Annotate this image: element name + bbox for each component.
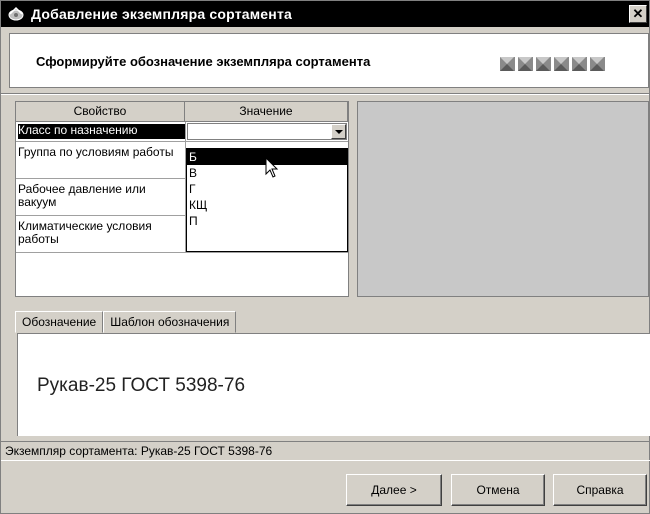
app-icon xyxy=(8,6,24,21)
step-indicator xyxy=(500,57,605,71)
wizard-header: Сформируйте обозначение экземпляра сорта… xyxy=(9,33,649,88)
window-title: Добавление экземпляра сортамента xyxy=(31,6,292,22)
cancel-button[interactable]: Отмена xyxy=(451,474,545,506)
step-square-icon xyxy=(518,57,533,71)
dropdown-option[interactable]: Г xyxy=(187,181,347,197)
wizard-prompt: Сформируйте обозначение экземпляра сорта… xyxy=(36,54,371,69)
dialog-window: Добавление экземпляра сортамента ✕ Сформ… xyxy=(0,0,650,514)
property-name: Рабочее давление или вакуум xyxy=(18,182,146,209)
grid-row-purpose-class[interactable]: Класс по назначению xyxy=(16,122,348,142)
close-button[interactable]: ✕ xyxy=(629,5,647,23)
help-button[interactable]: Справка xyxy=(553,474,647,506)
status-bar: Экземпляр сортамента: Рукав-25 ГОСТ 5398… xyxy=(1,441,650,461)
mouse-pointer-icon xyxy=(265,157,279,178)
cell-separator xyxy=(185,122,186,141)
step-square-icon xyxy=(500,57,515,71)
designation-text: Рукав-25 ГОСТ 5398-76 xyxy=(37,375,246,396)
property-name: Класс по назначению xyxy=(18,124,185,139)
dropdown-option[interactable]: КЩ xyxy=(187,197,347,213)
tab-designation-template[interactable]: Шаблон обозначения xyxy=(103,311,237,333)
tab-designation[interactable]: Обозначение xyxy=(15,311,104,333)
tab-strip: Обозначение Шаблон обозначения xyxy=(15,311,237,333)
step-square-icon xyxy=(554,57,569,71)
property-name: Группа по условиям работы xyxy=(18,145,174,159)
step-square-icon xyxy=(590,57,605,71)
dropdown-option[interactable]: П xyxy=(187,213,347,229)
next-button[interactable]: Далее > xyxy=(346,474,442,506)
column-header-value[interactable]: Значение xyxy=(185,102,348,122)
property-name: Климатические условия работы xyxy=(18,219,152,246)
close-icon: ✕ xyxy=(632,6,644,21)
preview-panel xyxy=(357,101,649,297)
column-header-property[interactable]: Свойство xyxy=(16,102,185,122)
value-combobox[interactable] xyxy=(187,123,347,140)
divider xyxy=(1,93,649,95)
title-bar[interactable]: Добавление экземпляра сортамента ✕ xyxy=(1,1,649,27)
chevron-down-icon[interactable] xyxy=(331,124,346,139)
step-square-icon xyxy=(536,57,551,71)
step-square-icon xyxy=(572,57,587,71)
